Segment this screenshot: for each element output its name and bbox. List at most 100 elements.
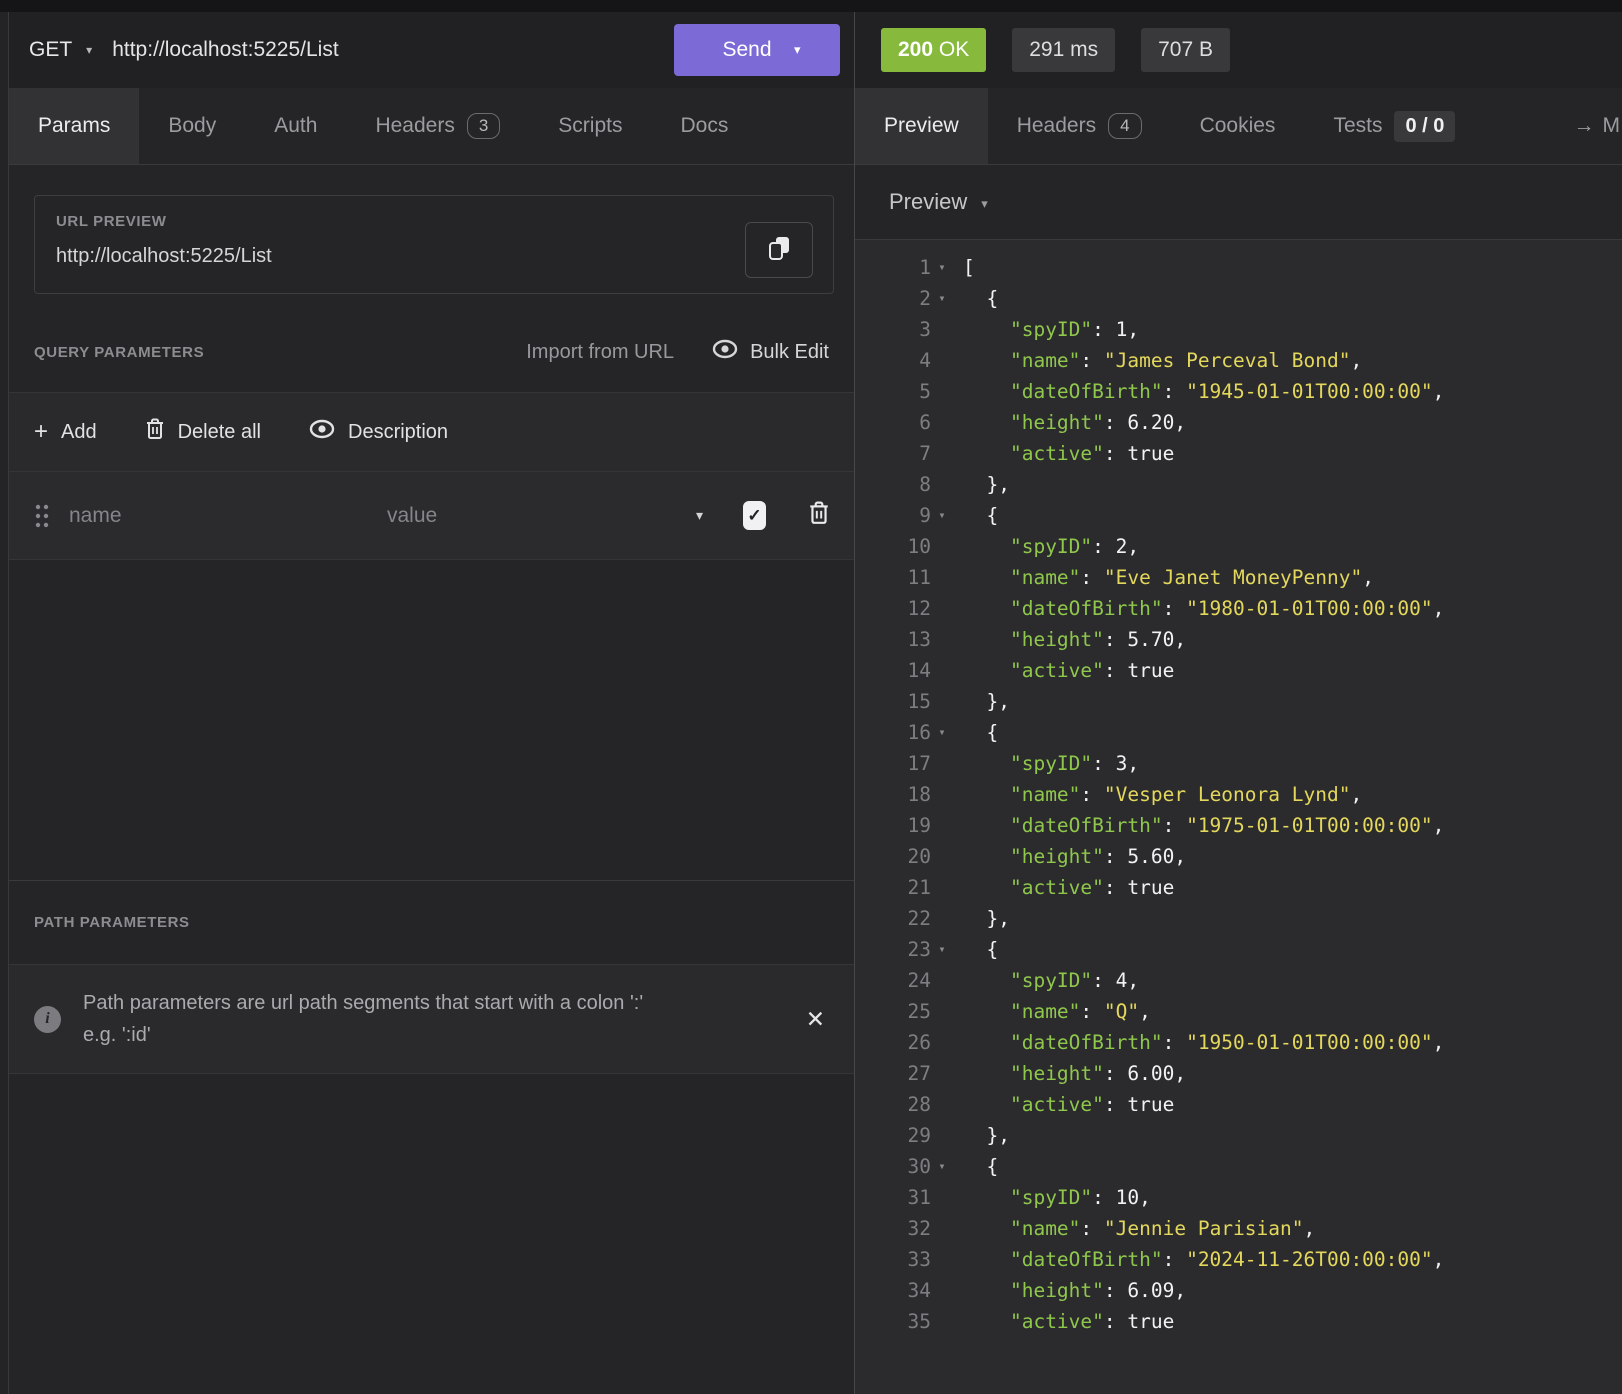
code-line: 14 "active": true xyxy=(855,655,1622,686)
line-number: 17 xyxy=(907,752,931,775)
code-line: 26 "dateOfBirth": "1950-01-01T00:00:00", xyxy=(855,1027,1622,1058)
line-number: 11 xyxy=(907,566,931,589)
line-number: 18 xyxy=(907,783,931,806)
url-input[interactable]: http://localhost:5225/List xyxy=(112,38,674,62)
tab-auth[interactable]: Auth xyxy=(245,88,346,164)
fold-caret-icon[interactable]: ▾ xyxy=(931,283,953,314)
main-layout: GET ▾ http://localhost:5225/List Send ▾ … xyxy=(0,12,1622,1394)
plus-icon: + xyxy=(34,418,49,445)
code-text: "height": 6.20, xyxy=(1009,411,1187,434)
code-text: }, xyxy=(963,907,1010,930)
response-status-bar: 200 OK 291 ms 707 B xyxy=(855,12,1622,88)
arrow-right-icon: → xyxy=(1573,114,1595,137)
close-icon[interactable]: ✕ xyxy=(802,1006,829,1033)
line-number: 23 xyxy=(907,938,931,961)
line-number: 35 xyxy=(907,1310,931,1333)
tests-count-badge: 0 / 0 xyxy=(1394,110,1456,142)
tab-response-headers[interactable]: Headers 4 xyxy=(988,88,1171,164)
method-selector[interactable]: GET ▾ xyxy=(29,38,92,62)
fold-caret-icon[interactable]: ▾ xyxy=(931,252,953,283)
line-number: 6 xyxy=(919,411,931,434)
line-number: 4 xyxy=(919,349,931,372)
code-text: "name": "Q", xyxy=(1009,1000,1151,1023)
toggle-description-button[interactable]: Description xyxy=(309,419,448,445)
fold-caret-icon[interactable]: ▾ xyxy=(931,500,953,531)
fold-caret-icon[interactable]: ▾ xyxy=(931,717,953,748)
tab-headers[interactable]: Headers 3 xyxy=(346,88,529,164)
line-number: 5 xyxy=(919,380,931,403)
eye-icon xyxy=(309,419,335,445)
send-button-label: Send xyxy=(722,38,772,61)
code-text: [ xyxy=(963,256,975,279)
bulk-edit-toggle[interactable]: Bulk Edit xyxy=(712,339,829,365)
send-button[interactable]: Send ▾ xyxy=(674,24,840,76)
delete-param-button[interactable] xyxy=(808,501,830,530)
code-line: 8 }, xyxy=(855,469,1622,500)
code-text: "spyID": 1, xyxy=(1009,318,1140,341)
line-number: 31 xyxy=(907,1186,931,1209)
sidebar-edge xyxy=(0,12,9,1394)
path-parameters-label: PATH PARAMETERS xyxy=(34,914,190,931)
code-text: "height": 6.00, xyxy=(1009,1062,1187,1085)
chevron-down-icon: ▾ xyxy=(981,196,988,211)
code-text: "spyID": 4, xyxy=(1009,969,1140,992)
response-panel: 200 OK 291 ms 707 B Preview Headers 4 Co… xyxy=(855,12,1622,1394)
fold-caret-icon[interactable]: ▾ xyxy=(931,934,953,965)
copy-url-button[interactable] xyxy=(745,222,813,278)
param-enabled-checkbox[interactable]: ✓ xyxy=(743,501,766,530)
code-line: 19 "dateOfBirth": "1975-01-01T00:00:00", xyxy=(855,810,1622,841)
line-number: 27 xyxy=(907,1062,931,1085)
trash-icon xyxy=(145,418,165,446)
add-parameter-button[interactable]: + Add xyxy=(34,420,97,444)
code-text: "height": 5.70, xyxy=(1009,628,1187,651)
send-options-caret-icon[interactable]: ▾ xyxy=(794,42,840,58)
code-line: 24 "spyID": 4, xyxy=(855,965,1622,996)
code-line: 22 }, xyxy=(855,903,1622,934)
tab-cookies[interactable]: Cookies xyxy=(1171,88,1305,164)
request-panel-filler xyxy=(9,1074,854,1394)
copy-icon xyxy=(767,235,791,266)
tab-preview[interactable]: Preview xyxy=(855,88,988,164)
response-tab-bar: Preview Headers 4 Cookies Tests 0 / 0 → … xyxy=(855,88,1622,165)
code-line: 29 }, xyxy=(855,1120,1622,1151)
import-from-url-button[interactable]: Import from URL xyxy=(526,341,674,364)
tab-docs[interactable]: Docs xyxy=(651,88,757,164)
code-line: 16 ▾ { xyxy=(855,717,1622,748)
tab-params[interactable]: Params xyxy=(9,88,140,164)
code-line: 27 "height": 6.00, xyxy=(855,1058,1622,1089)
code-text: "height": 6.09, xyxy=(1009,1279,1187,1302)
url-preview-box: URL PREVIEW http://localhost:5225/List xyxy=(34,195,834,294)
line-number: 32 xyxy=(907,1217,931,1240)
drag-handle-icon[interactable] xyxy=(33,503,51,529)
code-line: 31 "spyID": 10, xyxy=(855,1182,1622,1213)
tab-tests[interactable]: Tests 0 / 0 xyxy=(1304,88,1484,164)
code-text: "spyID": 10, xyxy=(1009,1186,1151,1209)
path-parameters-info: i Path parameters are url path segments … xyxy=(9,964,854,1074)
line-number: 3 xyxy=(919,318,931,341)
query-parameters-label: QUERY PARAMETERS xyxy=(34,343,205,361)
code-line: 34 "height": 6.09, xyxy=(855,1275,1622,1306)
param-value-input[interactable]: value xyxy=(387,504,678,528)
request-url-bar: GET ▾ http://localhost:5225/List Send ▾ xyxy=(9,12,854,88)
tab-body[interactable]: Body xyxy=(139,88,245,164)
param-options-caret-icon[interactable]: ▾ xyxy=(696,507,703,524)
code-line: 17 "spyID": 3, xyxy=(855,748,1622,779)
eye-toggle-icon xyxy=(712,339,738,365)
delete-all-button[interactable]: Delete all xyxy=(145,418,261,446)
status-badge: 200 OK xyxy=(881,28,987,72)
code-text: { xyxy=(963,721,999,744)
response-body-editor[interactable]: 1 ▾[2 ▾ {3 "spyID": 1, 4 "name": "James Per… xyxy=(855,240,1622,1394)
preview-mode-dropdown[interactable]: Preview ▾ xyxy=(855,165,1622,240)
code-line: 13 "height": 5.70, xyxy=(855,624,1622,655)
line-number: 34 xyxy=(907,1279,931,1302)
check-icon: ✓ xyxy=(747,505,762,525)
url-preview-value: http://localhost:5225/List xyxy=(56,245,272,267)
line-number: 25 xyxy=(907,1000,931,1023)
code-text: "spyID": 2, xyxy=(1009,535,1140,558)
param-name-input[interactable]: name xyxy=(69,504,369,528)
tab-mock-partial[interactable]: → M xyxy=(1574,88,1622,164)
fold-caret-icon[interactable]: ▾ xyxy=(931,1151,953,1182)
path-parameters-header: PATH PARAMETERS xyxy=(9,880,854,964)
headers-count-badge: 3 xyxy=(466,113,501,139)
tab-scripts[interactable]: Scripts xyxy=(529,88,651,164)
